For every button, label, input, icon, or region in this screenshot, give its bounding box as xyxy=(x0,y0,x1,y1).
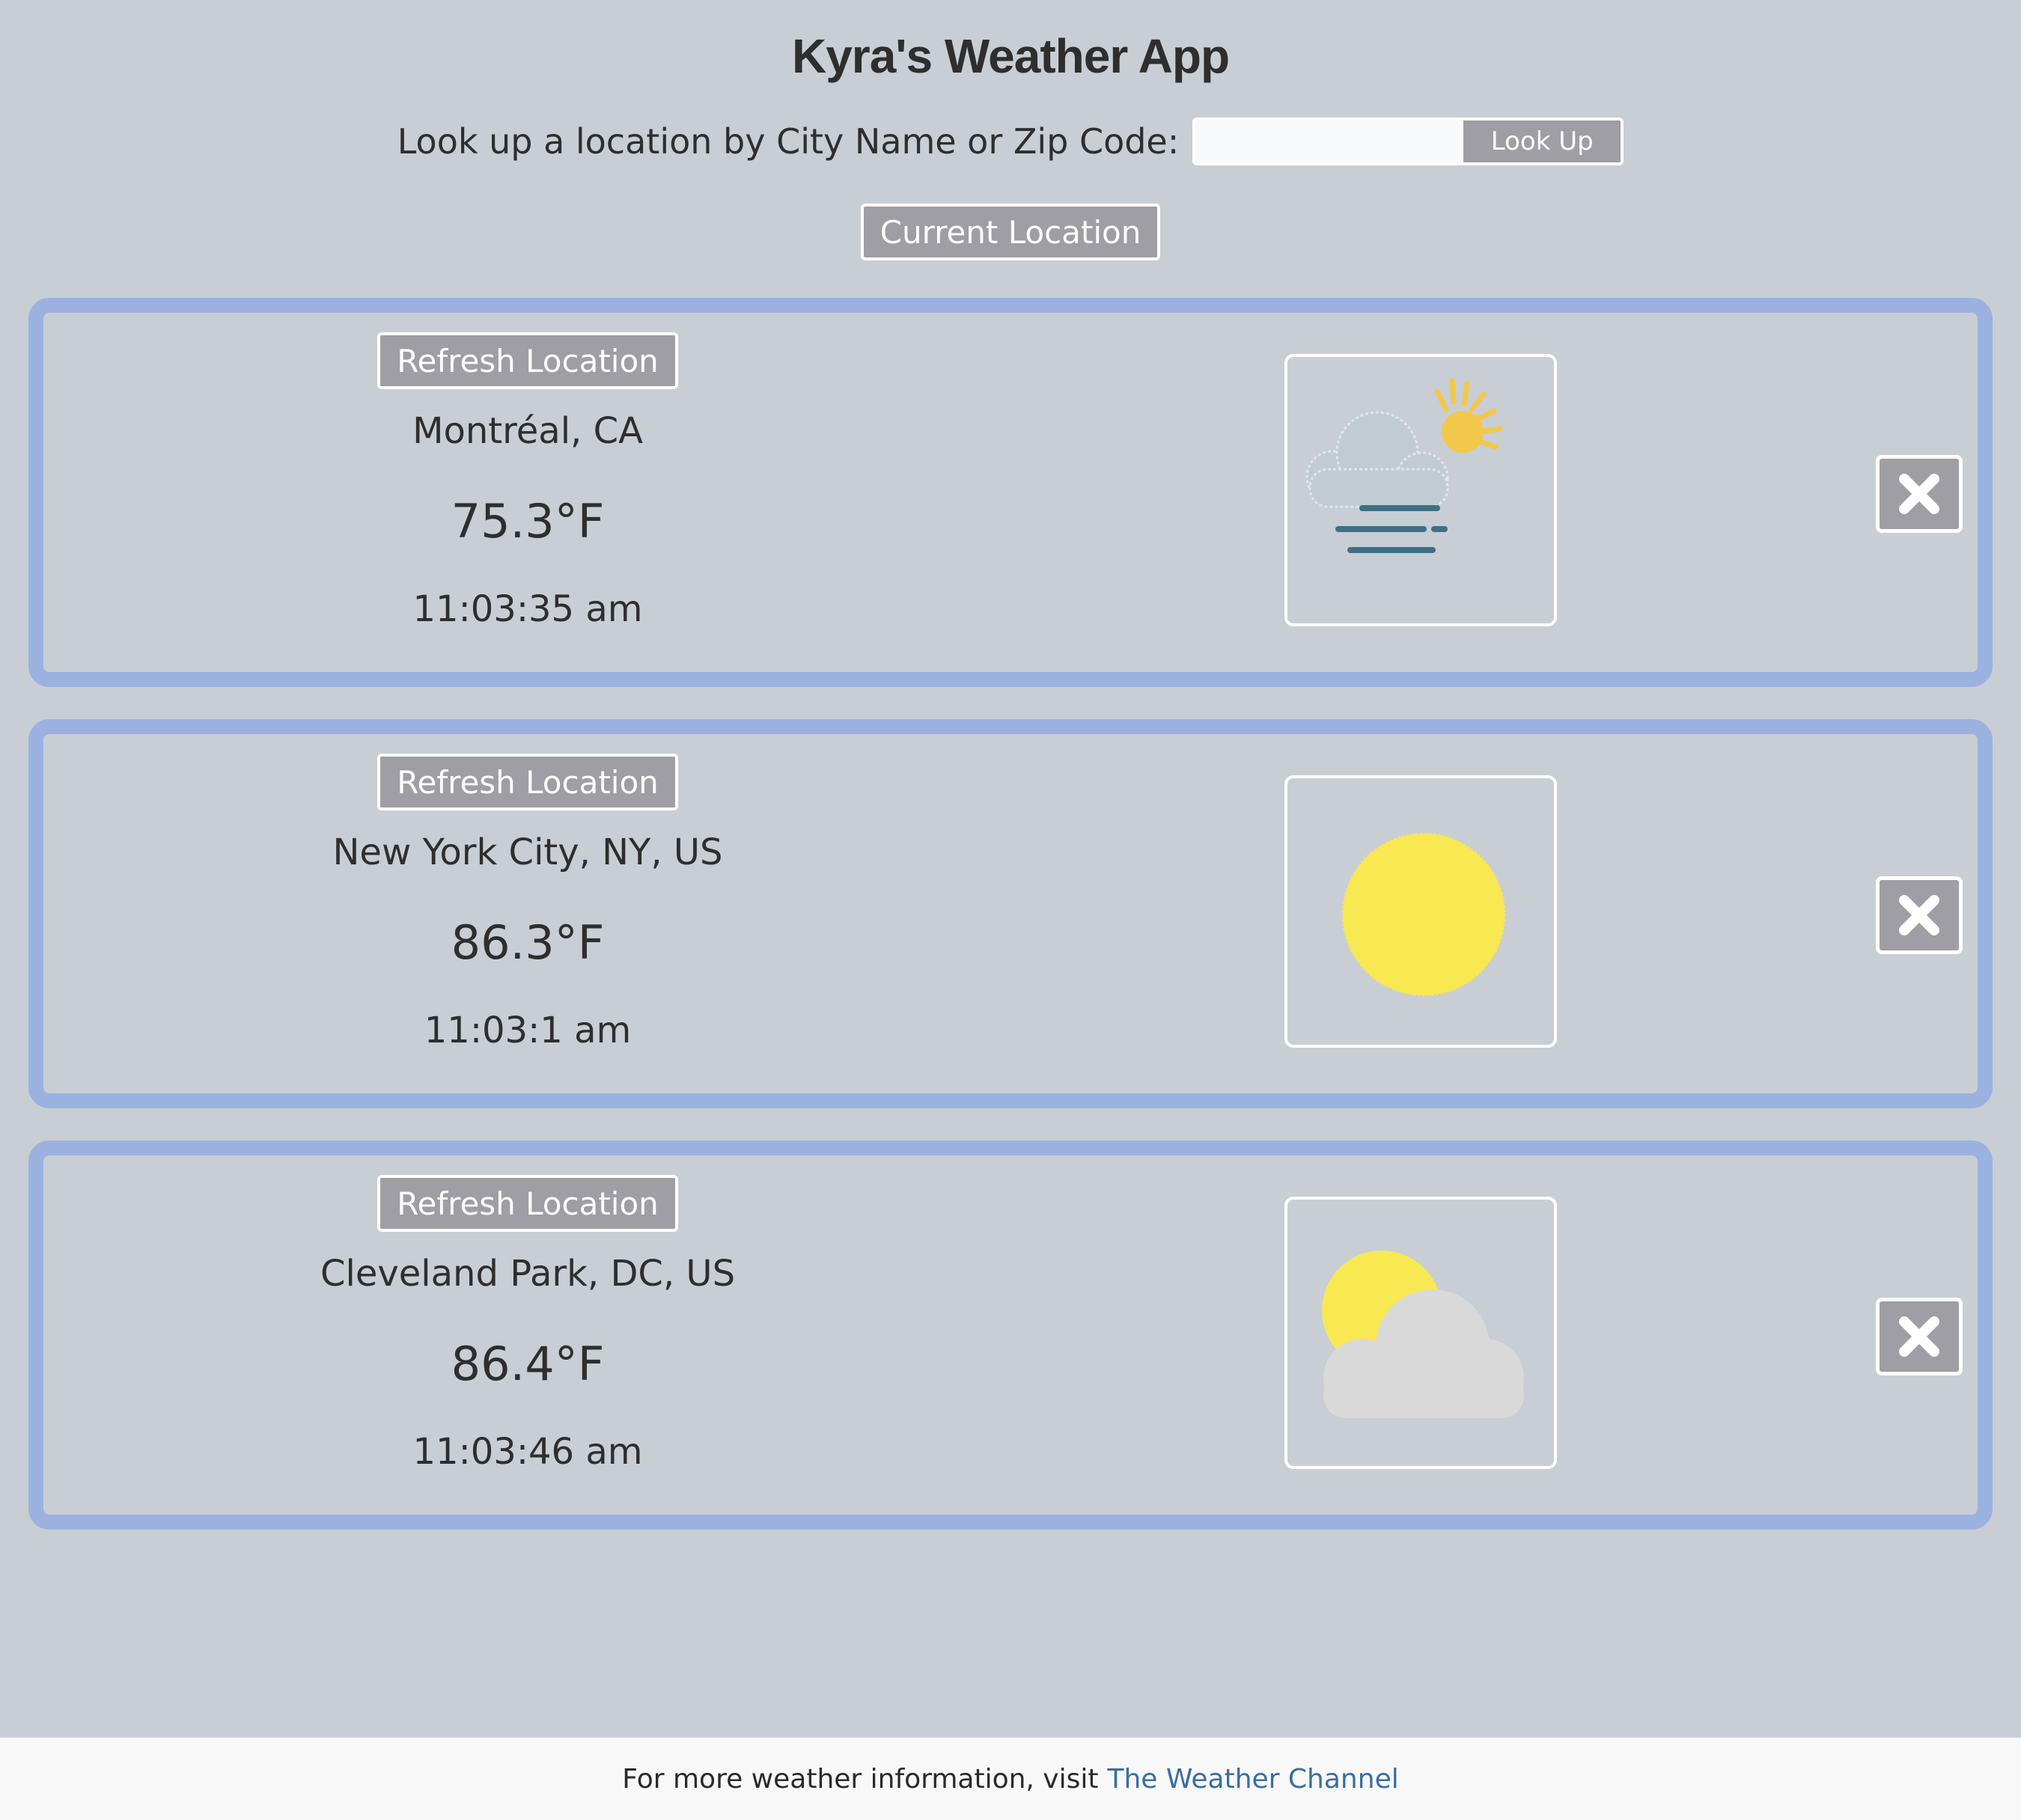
sunny-icon xyxy=(1341,832,1506,997)
footer: For more weather information, visit The … xyxy=(0,1738,2021,1820)
look-up-button[interactable]: Look Up xyxy=(1463,117,1624,165)
remove-location-button[interactable] xyxy=(1876,1298,1963,1375)
updated-time: 11:03:35 am xyxy=(412,588,643,630)
app-title: Kyra's Weather App xyxy=(791,29,1230,83)
city-name: New York City, NY, US xyxy=(332,831,723,873)
updated-time: 11:03:1 am xyxy=(424,1010,632,1051)
partly-cloudy-icon xyxy=(1322,1251,1524,1418)
weather-icon-frame xyxy=(1284,775,1557,1048)
current-location-button[interactable]: Current Location xyxy=(861,204,1160,260)
refresh-location-button[interactable]: Refresh Location xyxy=(377,754,678,810)
location-info: Refresh Location Cleveland Park, DC, US … xyxy=(43,1155,1009,1515)
fog-partly-sunny-icon xyxy=(1305,378,1503,553)
footer-text: For more weather information, visit xyxy=(622,1763,1099,1795)
weather-channel-link[interactable]: The Weather Channel xyxy=(1108,1764,1399,1795)
search-row: Look up a location by City Name or Zip C… xyxy=(0,116,2021,167)
weather-icon-frame xyxy=(1284,354,1557,626)
refresh-location-button[interactable]: Refresh Location xyxy=(377,1175,678,1232)
city-name: Montréal, CA xyxy=(412,410,643,452)
search-input[interactable] xyxy=(1192,117,1464,165)
remove-location-button[interactable] xyxy=(1876,455,1963,533)
location-card: Refresh Location New York City, NY, US 8… xyxy=(28,719,1993,1108)
search-label: Look up a location by City Name or Zip C… xyxy=(397,121,1180,162)
temperature: 75.3°F xyxy=(451,494,605,549)
location-card: Refresh Location Cleveland Park, DC, US … xyxy=(28,1140,1993,1530)
close-icon xyxy=(1899,895,1939,935)
location-info: Refresh Location Montréal, CA 75.3°F 11:… xyxy=(43,313,1009,672)
city-name: Cleveland Park, DC, US xyxy=(320,1253,736,1295)
temperature: 86.3°F xyxy=(451,915,605,970)
location-card: Refresh Location Montréal, CA 75.3°F 11:… xyxy=(28,298,1993,687)
remove-location-button[interactable] xyxy=(1876,876,1963,954)
close-icon xyxy=(1899,474,1939,514)
updated-time: 11:03:46 am xyxy=(412,1431,643,1473)
location-info: Refresh Location New York City, NY, US 8… xyxy=(43,734,1009,1093)
refresh-location-button[interactable]: Refresh Location xyxy=(377,332,678,389)
temperature: 86.4°F xyxy=(451,1337,605,1391)
weather-icon-frame xyxy=(1284,1197,1557,1469)
close-icon xyxy=(1899,1316,1939,1357)
